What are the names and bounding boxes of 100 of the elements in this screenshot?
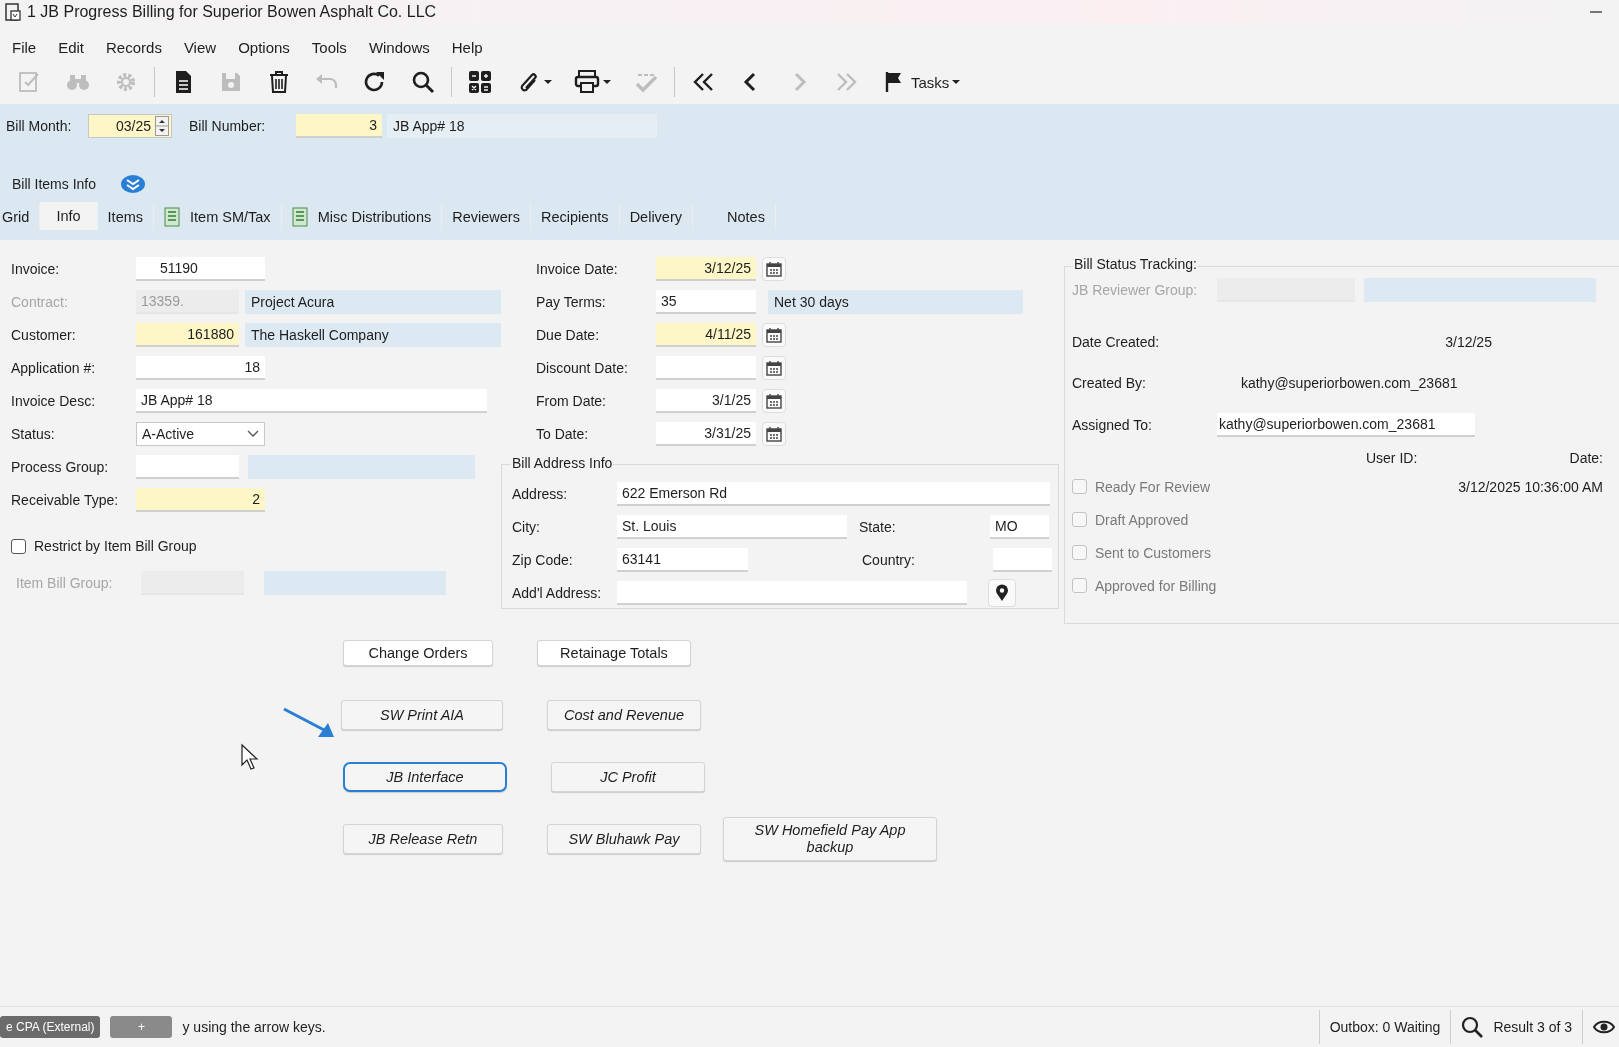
eye-icon bbox=[1593, 1019, 1615, 1035]
field-label: Invoice Date: bbox=[535, 260, 619, 277]
printer-icon bbox=[574, 69, 600, 95]
date-field[interactable]: 4/11/25 bbox=[656, 322, 756, 347]
menu-item[interactable]: File bbox=[4, 38, 46, 56]
input-field[interactable]: 51190 bbox=[136, 256, 265, 281]
calendar-button[interactable] bbox=[762, 388, 786, 413]
field-label: Contract: bbox=[11, 293, 69, 310]
input-field[interactable]: 161880 bbox=[136, 322, 239, 347]
calendar-button[interactable] bbox=[762, 256, 786, 281]
dropdown-caret-icon bbox=[603, 79, 611, 85]
bill-number-field[interactable]: 3 bbox=[296, 114, 382, 138]
input-field[interactable] bbox=[136, 454, 239, 479]
field-label: Date Created: bbox=[1071, 334, 1161, 350]
menu-item[interactable]: Tools bbox=[303, 38, 356, 56]
input-field[interactable]: 63141 bbox=[617, 547, 748, 572]
tab[interactable]: Reviewers bbox=[442, 204, 531, 230]
menu-item[interactable]: Windows bbox=[360, 38, 439, 56]
action-button[interactable]: Retainage Totals bbox=[537, 640, 691, 666]
date-field[interactable]: 3/12/25 bbox=[656, 256, 756, 281]
window-title: 1 JB Progress Billing for Superior Bowen Asphalt Co. LLC bbox=[27, 3, 437, 21]
calendar-icon bbox=[765, 424, 783, 443]
menu-item[interactable]: Edit bbox=[50, 38, 94, 56]
input-field[interactable]: 35 bbox=[656, 289, 756, 314]
column-header: Date: bbox=[1569, 450, 1603, 466]
field-label: Receivable Type: bbox=[11, 491, 120, 508]
action-button[interactable]: SW Homefield Pay App backup bbox=[723, 817, 937, 861]
field-label: Country: bbox=[862, 551, 916, 568]
section-title: Bill Items Info bbox=[12, 176, 97, 192]
tab[interactable]: Recipients bbox=[530, 204, 620, 230]
checkbox-label: Sent to Customers bbox=[1094, 544, 1211, 561]
field-label: Invoice: bbox=[11, 260, 61, 277]
field-label: Application #: bbox=[11, 359, 97, 376]
date-field[interactable] bbox=[656, 355, 756, 380]
field-label: Due Date: bbox=[535, 326, 601, 343]
checkbox[interactable] bbox=[11, 538, 26, 554]
field-label: Process Group: bbox=[11, 458, 110, 475]
input-field[interactable]: 2 bbox=[136, 487, 265, 512]
input-field[interactable]: 18 bbox=[136, 355, 265, 380]
date-value: 3/12/2025 10:36:00 AM bbox=[1458, 478, 1603, 495]
field-value: 3/12/25 bbox=[1444, 334, 1492, 350]
calendar-icon bbox=[765, 391, 783, 410]
tasks-button[interactable]: Tasks bbox=[871, 64, 972, 100]
action-button[interactable]: Cost and Revenue bbox=[547, 700, 701, 730]
action-button[interactable]: SW Bluhawk Pay bbox=[547, 824, 701, 854]
action-button[interactable]: JB Release Retn bbox=[343, 824, 503, 854]
sheet-icon bbox=[164, 207, 181, 227]
status-dropdown[interactable]: A-Active bbox=[136, 421, 265, 446]
menu-item[interactable]: Options bbox=[230, 38, 299, 56]
spinner-arrows-icon bbox=[155, 116, 169, 136]
menu-item[interactable]: Records bbox=[98, 38, 171, 56]
input-field[interactable]: MO bbox=[990, 514, 1049, 539]
field-label: City: bbox=[512, 518, 541, 535]
action-button[interactable]: Change Orders bbox=[343, 640, 493, 666]
calendar-button[interactable] bbox=[762, 421, 786, 446]
calendar-button[interactable] bbox=[762, 355, 786, 380]
action-button[interactable]: JB Interface bbox=[343, 762, 507, 792]
input-field[interactable] bbox=[993, 547, 1052, 572]
field-value: kathy@superiorbowen.com_23681 bbox=[1240, 375, 1458, 391]
calculator-icon bbox=[467, 69, 493, 95]
input-field[interactable] bbox=[617, 580, 967, 605]
map-button[interactable] bbox=[988, 578, 1016, 607]
taskbar-tab[interactable]: e CPA (External) bbox=[0, 1016, 101, 1038]
action-button[interactable]: SW Print AIA bbox=[341, 700, 503, 730]
input-field[interactable]: 622 Emerson Rd bbox=[617, 481, 1050, 506]
tab[interactable]: Misc Distributions bbox=[281, 204, 443, 230]
input-field[interactable]: JB App# 18 bbox=[136, 388, 487, 413]
tab[interactable]: Info bbox=[40, 202, 98, 230]
field-label: Item Bill Group: bbox=[15, 574, 114, 591]
date-field[interactable]: 3/31/25 bbox=[656, 421, 756, 446]
description-field: Project Acura bbox=[245, 289, 501, 314]
field-label: From Date: bbox=[535, 392, 607, 409]
menu-item[interactable]: View bbox=[175, 38, 226, 56]
input-field[interactable]: kathy@superiorbowen.com_23681 bbox=[1216, 413, 1475, 437]
tab[interactable]: Item SM/Tax bbox=[154, 204, 282, 230]
map-pin-icon bbox=[995, 583, 1009, 602]
input-field[interactable]: St. Louis bbox=[617, 514, 847, 539]
field-label: Status: bbox=[11, 425, 56, 442]
checkbox-label: Ready For Review bbox=[1094, 478, 1211, 495]
sheet-icon bbox=[291, 207, 308, 227]
field-label: Zip Code: bbox=[512, 551, 574, 568]
search-icon bbox=[1461, 1016, 1484, 1038]
description-field: The Haskell Company bbox=[245, 322, 501, 347]
result-count: Result 3 of 3 bbox=[1493, 1019, 1572, 1035]
tab[interactable]: Notes bbox=[693, 204, 776, 230]
field-label: Bill Month: bbox=[6, 118, 73, 134]
action-button[interactable]: JC Profit bbox=[551, 762, 705, 792]
tab[interactable]: Items bbox=[97, 204, 155, 230]
checkbox-label: Draft Approved bbox=[1094, 511, 1189, 528]
date-field[interactable]: 3/1/25 bbox=[656, 388, 756, 413]
description-field: JB App# 18 bbox=[387, 114, 657, 138]
checkbox-label: Approved for Billing bbox=[1094, 577, 1217, 594]
checkbox-label: Restrict by Item Bill Group bbox=[34, 538, 197, 554]
outbox-status: Outbox: 0 Waiting bbox=[1329, 1019, 1441, 1035]
calendar-icon bbox=[765, 358, 783, 377]
calendar-button[interactable] bbox=[762, 322, 786, 347]
menu-item[interactable]: Help bbox=[443, 38, 492, 56]
search-icon bbox=[410, 69, 436, 95]
tab[interactable]: Delivery bbox=[619, 204, 693, 230]
bill-month-spinner[interactable]: 03/25 bbox=[88, 114, 172, 138]
